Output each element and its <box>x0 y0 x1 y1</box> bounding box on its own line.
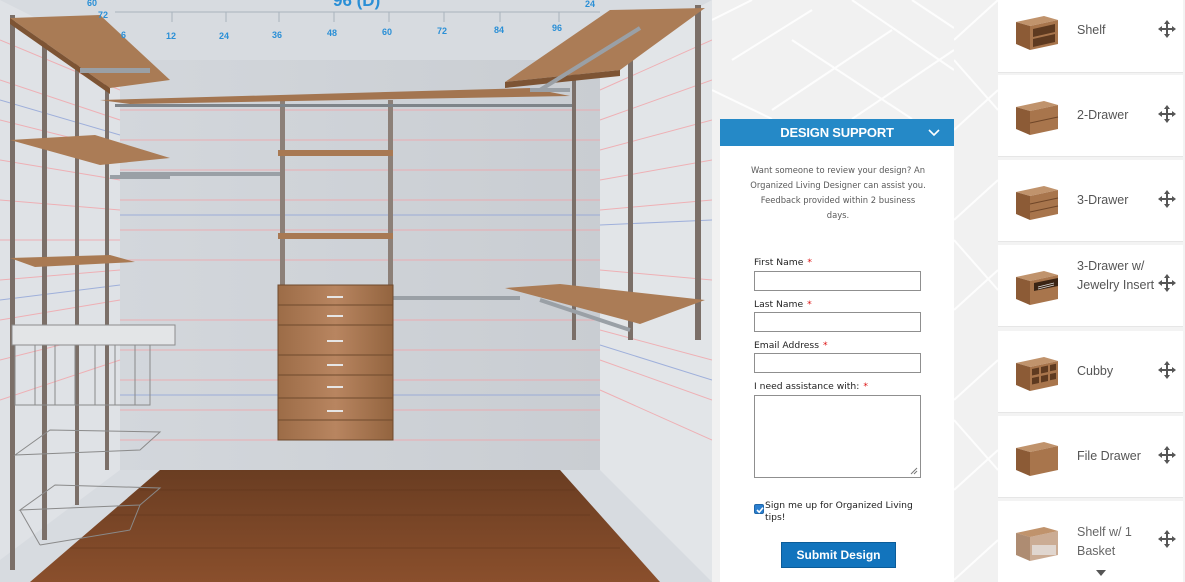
three-drawer-unit-icon <box>1016 186 1059 220</box>
email-label: Email Address * <box>754 340 828 351</box>
design-support-title: DESIGN SUPPORT <box>780 125 894 140</box>
last-name-label: Last Name * <box>754 299 812 310</box>
ruler-title: 96 (D) <box>333 0 381 10</box>
closet-scene <box>0 0 712 582</box>
chevron-down-icon[interactable] <box>927 126 941 138</box>
component-label: Cubby <box>1077 364 1114 378</box>
first-name-label: First Name * <box>754 257 812 268</box>
tips-label[interactable]: Sign me up for Organized Living tips! <box>765 500 925 524</box>
two-drawer-unit-icon <box>1016 101 1059 135</box>
ruler-tick-label: 24 <box>219 31 230 41</box>
panel-background-pattern <box>954 0 998 582</box>
basket-shelf-unit-icon <box>1016 527 1058 561</box>
component-card-3-drawer[interactable]: 3-Drawer <box>998 160 1183 242</box>
ruler-tick-label: 84 <box>494 25 505 35</box>
ruler-left-number: 6 <box>121 30 127 40</box>
component-card-2-drawer[interactable]: 2-Drawer <box>998 75 1183 157</box>
required-marker: * <box>807 299 812 310</box>
component-label: Shelf <box>1077 23 1106 37</box>
design-support-panel: DESIGN SUPPORT Want someone to review yo… <box>720 119 954 582</box>
ruler-right-number: 24 <box>585 0 596 9</box>
scroll-down-icon[interactable] <box>1095 569 1107 577</box>
tips-checkbox[interactable] <box>754 504 764 514</box>
design-support-intro: Want someone to review your design? An O… <box>750 165 926 220</box>
closet-3d-viewport[interactable]: 96 (D) 60 72 6 12 24 36 48 60 72 84 96 2… <box>0 0 712 582</box>
component-label: 3-Drawer w/ Jewelry Insert <box>1077 259 1155 292</box>
resize-grip-icon[interactable] <box>910 467 918 475</box>
ruler-tick-label: 72 <box>437 26 448 36</box>
component-card-shelf[interactable]: Shelf <box>998 0 1183 73</box>
component-card-shelf-basket[interactable]: Shelf w/ 1 Basket <box>998 501 1183 582</box>
move-drag-icon[interactable] <box>1157 273 1177 293</box>
cubby-unit-icon <box>1016 357 1058 391</box>
component-label: Shelf w/ 1 Basket <box>1077 525 1132 558</box>
component-card-file-drawer[interactable]: File Drawer <box>998 416 1183 498</box>
move-drag-icon[interactable] <box>1157 104 1177 124</box>
move-drag-icon[interactable] <box>1157 360 1177 380</box>
submit-design-button[interactable]: Submit Design <box>781 542 896 568</box>
component-label: 2-Drawer <box>1077 108 1129 122</box>
component-label: File Drawer <box>1077 449 1141 463</box>
component-card-cubby[interactable]: Cubby <box>998 331 1183 413</box>
jewelry-drawer-unit-icon <box>1016 271 1058 305</box>
required-marker: * <box>807 257 812 268</box>
ruler-left-number: 72 <box>98 10 109 20</box>
ruler-tick-label: 36 <box>272 30 283 40</box>
panel-background-pattern <box>712 0 954 119</box>
ruler-left-number: 60 <box>87 0 98 8</box>
email-input[interactable] <box>754 353 921 373</box>
component-label: 3-Drawer <box>1077 193 1129 207</box>
assistance-label: I need assistance with: * <box>754 381 868 392</box>
move-drag-icon[interactable] <box>1157 529 1177 549</box>
last-name-input[interactable] <box>754 312 921 332</box>
checkmark-icon <box>756 507 764 514</box>
move-drag-icon[interactable] <box>1157 445 1177 465</box>
file-drawer-unit-icon <box>1016 442 1058 476</box>
ruler-tick-label: 96 <box>552 23 563 33</box>
ruler-tick-label: 12 <box>166 31 177 41</box>
shelf-unit-icon <box>1016 16 1058 50</box>
component-card-3-drawer-jewelry[interactable]: 3-Drawer w/ Jewelry Insert <box>998 245 1183 327</box>
assistance-textarea[interactable] <box>754 395 921 478</box>
ruler-tick-label: 60 <box>382 27 393 37</box>
required-marker: * <box>823 340 828 351</box>
ruler-tick-label: 48 <box>327 28 338 38</box>
required-marker: * <box>863 381 868 392</box>
component-list: Shelf 2-Drawer 3-Drawer 3-Drawer w/ Jewe… <box>998 0 1185 582</box>
first-name-input[interactable] <box>754 271 921 291</box>
move-drag-icon[interactable] <box>1157 189 1177 209</box>
design-support-header[interactable]: DESIGN SUPPORT <box>720 119 954 146</box>
move-drag-icon[interactable] <box>1157 19 1177 39</box>
